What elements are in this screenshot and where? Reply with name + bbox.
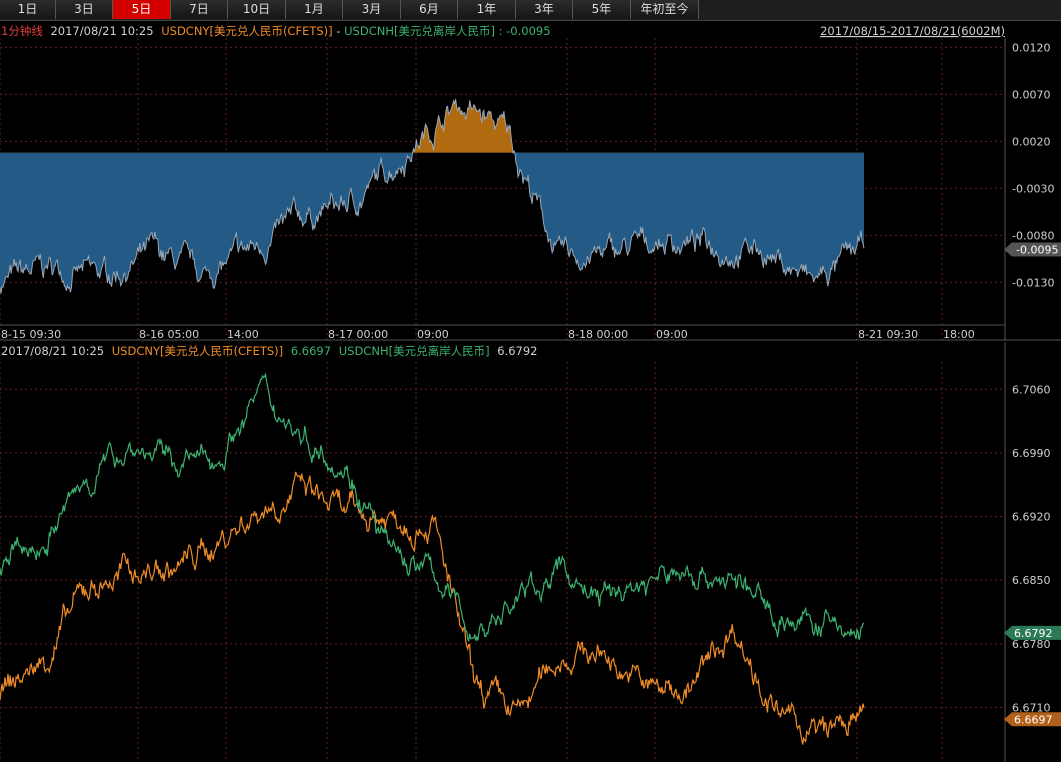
tab-4[interactable]: 7日	[171, 0, 228, 19]
bottom-ytick-label: 6.6990	[1012, 447, 1051, 460]
tab-12[interactable]: 年初至今	[631, 0, 699, 19]
tab-9[interactable]: 1年	[458, 0, 516, 19]
tab-3[interactable]: 5日	[113, 0, 171, 19]
top-xtick-label: 8-17 00:00	[328, 328, 388, 341]
tab-1[interactable]: 1日	[0, 0, 56, 19]
bottom-value1: 6.6697	[291, 344, 331, 358]
tab-5[interactable]: 10日	[228, 0, 286, 19]
top-ytick-label: -0.0030	[1012, 182, 1054, 195]
top-header: 1分钟线 2017/08/21 10:25 USDCNY[美元兑人民币(CFET…	[1, 24, 551, 38]
bottom-header: 2017/08/21 10:25 USDCNY[美元兑人民币(CFETS)] 6…	[1, 344, 537, 358]
top-xtick-label: 09:00	[656, 328, 688, 341]
top-xtick-label: 09:00	[417, 328, 449, 341]
top-series2-label: USDCNH[美元兑离岸人民币]	[344, 24, 495, 38]
tab-2[interactable]: 3日	[56, 0, 113, 19]
top-ytick-label: 0.0070	[1012, 88, 1051, 101]
top-xtick-label: 8-21 09:30	[858, 328, 918, 341]
period-tabs: 1日 3日 5日 7日 10日 1月 3月 6月 1年 3年 5年 年初至今	[0, 0, 1061, 21]
bottom-series1-label: USDCNY[美元兑人民币(CFETS)]	[112, 344, 283, 358]
top-dash: -	[336, 24, 344, 38]
bottom-value2: 6.6792	[497, 344, 537, 358]
tab-8[interactable]: 6月	[401, 0, 458, 19]
spread-negative-area	[0, 152, 864, 294]
top-datetime: 2017/08/21 10:25	[50, 24, 153, 38]
tab-11[interactable]: 5年	[573, 0, 631, 19]
top-ytick-label: 0.0020	[1012, 135, 1051, 148]
tab-6[interactable]: 1月	[286, 0, 343, 19]
tab-7[interactable]: 3月	[343, 0, 401, 19]
top-series1-label: USDCNY[美元兑人民币(CFETS)]	[161, 24, 332, 38]
price-tag-value: 6.6792	[1014, 627, 1053, 640]
date-range-link[interactable]: 2017/08/15-2017/08/21(6002M)	[820, 24, 1005, 38]
top-ytick-label: -0.0130	[1012, 276, 1054, 289]
top-xtick-label: 8-16 05:00	[139, 328, 199, 341]
charts: 1分钟线 2017/08/21 10:25 USDCNY[美元兑人民币(CFET…	[0, 24, 1061, 762]
spread-positive-area	[0, 99, 864, 153]
price-chart: 6.70606.69906.69206.68506.67806.67106.67…	[0, 342, 1061, 762]
cny-line	[0, 471, 865, 745]
price-tag-value: 6.6697	[1014, 713, 1053, 726]
spread-current-value: -0.0095	[1016, 244, 1058, 257]
top-xtick-label: 8-15 09:30	[1, 328, 61, 341]
bottom-ytick-label: 6.6920	[1012, 511, 1051, 524]
top-value: -0.0095	[506, 24, 550, 38]
top-xtick-label: 18:00	[943, 328, 975, 341]
bottom-ytick-label: 6.7060	[1012, 383, 1051, 396]
top-xtick-label: 14:00	[227, 328, 259, 341]
bottom-series2-label: USDCNH[美元兑离岸人民币]	[339, 344, 490, 358]
top-xtick-label: 8-18 00:00	[568, 328, 628, 341]
tab-10[interactable]: 3年	[516, 0, 573, 19]
bottom-ytick-label: 6.6850	[1012, 574, 1051, 587]
spread-chart: 0.0120 0.0070 0.0020 -0.0030 -0.0080 -0.0130 8…	[0, 38, 1061, 341]
cnh-line	[0, 372, 865, 642]
top-ytick-label: -0.0080	[1012, 229, 1054, 242]
bottom-datetime: 2017/08/21 10:25	[1, 344, 104, 358]
top-colon: :	[499, 24, 507, 38]
top-ytick-label: 0.0120	[1012, 41, 1051, 54]
interval-label: 1分钟线	[1, 24, 43, 38]
